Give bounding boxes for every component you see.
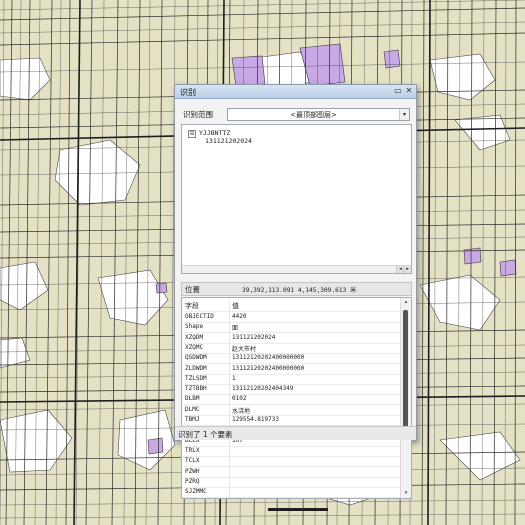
field-name-cell: DLBM [185,395,200,403]
field-value-cell: 1 [232,374,236,382]
header-field: 字段 [185,302,199,310]
scroll-down-icon[interactable]: ▾ [401,489,411,498]
window-title: 识别 [180,88,196,97]
scroll-up-icon[interactable]: ▴ [401,298,411,307]
scrollbar-thumb[interactable] [403,310,408,438]
field-name-cell: TRLX [185,446,200,454]
close-icon[interactable]: ✕ [404,86,414,96]
tree-feature-node[interactable]: 131121202024 [205,137,252,145]
location-label: 位置 [185,285,200,294]
field-name-cell: SJZMMC [185,488,207,496]
collapse-icon[interactable]: ⊟ [188,130,196,138]
results-tree[interactable]: ⊟ YJJBNTTZ 131121202024 ◂ ▸ [181,124,412,274]
tree-horizontal-scrollbar[interactable]: ◂ ▸ [182,265,411,273]
field-name-cell: PZRQ [185,477,200,485]
field-name-cell: Shape [185,323,204,331]
identify-from-label: 识别范围 [183,110,213,119]
scroll-right-icon[interactable]: ▸ [403,266,411,273]
table-header: 字段 值 [182,301,400,312]
field-value-cell: 水浇地 [232,407,251,415]
identify-from-dropdown[interactable]: <最顶部图层> ▾ [227,108,410,121]
header-value: 值 [232,302,239,310]
map-scale-bar [268,508,328,511]
field-name-cell: TCLX [185,457,200,465]
field-value-cell: 129554.819733 [232,416,279,423]
status-bar: 识别了 1 个要素 [175,426,416,440]
field-name-cell: ZLDWDM [185,364,207,372]
field-value-cell: 13112120202400000000 [232,354,305,362]
field-name-cell: DLMC [185,405,200,413]
title-bar[interactable]: 识别 ▭ ✕ [175,85,416,99]
identify-window: 识别 ▭ ✕ 识别范围 <最顶部图层> ▾ ⊟ YJJBNTTZ 1311212… [174,84,417,499]
minimize-icon[interactable]: ▭ [393,86,403,96]
table-row[interactable]: SJZMMC [182,487,400,498]
chevron-down-icon[interactable]: ▾ [399,109,409,120]
field-name-cell: XZQMC [185,343,204,351]
tree-layer-name: YJJBNTTZ [199,129,231,137]
field-name-cell: QSDWDM [185,354,207,362]
identify-from-row: 识别范围 <最顶部图层> ▾ [181,108,410,121]
field-name-cell: OBJECTID [185,313,214,320]
field-value-cell: 131121202024 [232,333,276,341]
field-name-cell: TZTBBH [185,385,207,393]
field-name-cell: PZWH [185,467,200,475]
field-name-cell: XZQDM [185,333,204,341]
attribute-table[interactable]: 字段 值 OBJECTID 4420 Shape 面 XZQDM 131121202024… [181,297,412,499]
field-name-cell: TBMJ [185,416,200,423]
location-value: 39,392,113.091 4,145,309.613 米 [242,287,357,294]
field-value-cell: 0102 [232,395,247,403]
field-value-cell: 13112120202400000000 [232,364,305,372]
table-vertical-scrollbar[interactable]: ▴ ▾ [400,298,411,498]
field-value-cell: 4420 [232,313,247,320]
field-value-cell: 面 [232,325,239,333]
field-value-cell: 赵大市村 [232,345,257,353]
status-text: 识别了 1 个要素 [178,430,233,439]
field-name-cell: TZLSDM [185,374,207,382]
location-row: 位置 39,392,113.091 4,145,309.613 米 [181,282,412,296]
field-value-cell: 13112120202404349 [232,385,294,393]
identify-from-value: <最顶部图层> [290,111,337,119]
